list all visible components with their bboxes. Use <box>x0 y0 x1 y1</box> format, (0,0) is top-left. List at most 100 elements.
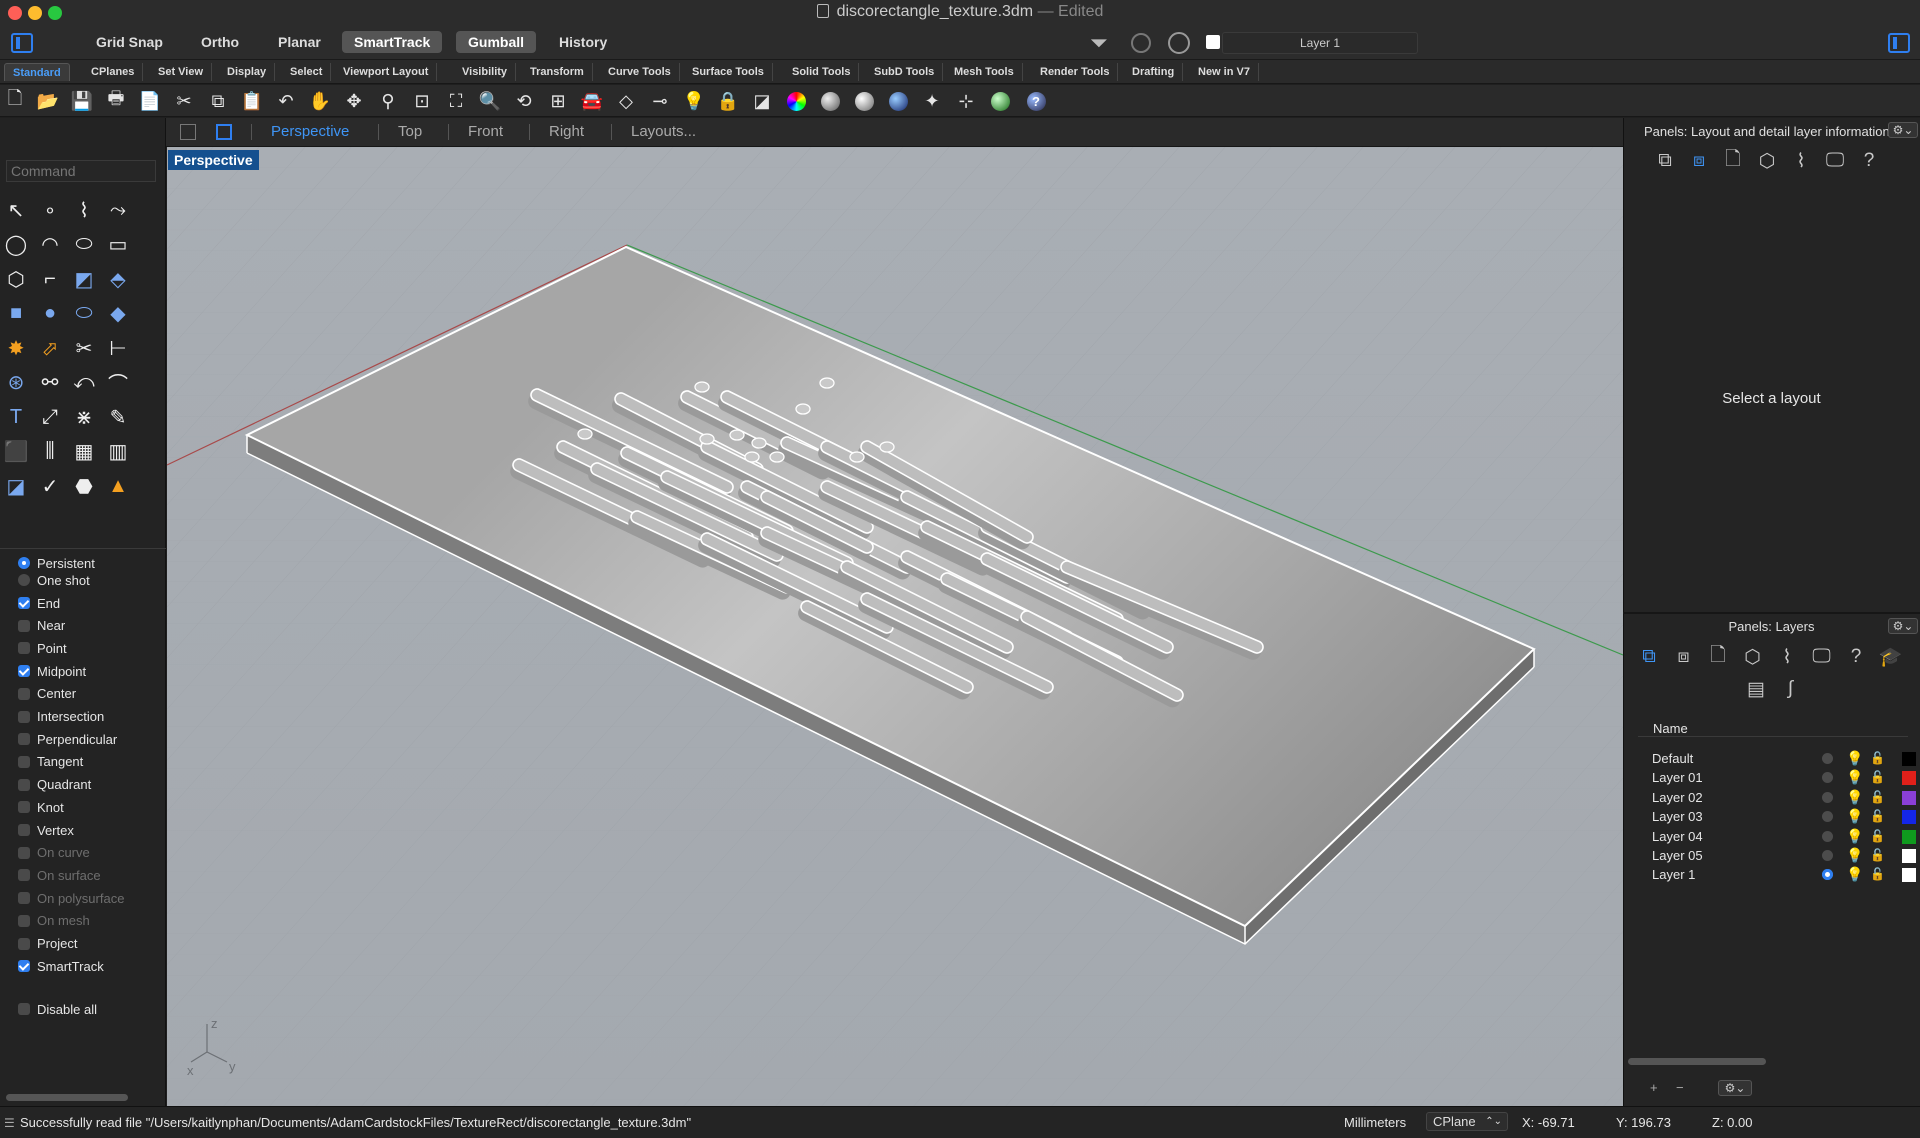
tab-mesh-tools[interactable]: Mesh Tools <box>946 63 1023 81</box>
osnap-tangent[interactable]: Tangent <box>18 753 83 771</box>
tab-curve-tools[interactable]: Curve Tools <box>600 63 680 81</box>
current-layer-color-swatch[interactable] <box>1206 35 1220 49</box>
cplane-dropdown[interactable]: CPlane ⌃⌄ <box>1426 1112 1508 1131</box>
checkbox-icon[interactable] <box>18 733 30 746</box>
record-history-icon[interactable] <box>1131 33 1151 53</box>
grid-snap-toggle[interactable]: Grid Snap <box>84 31 175 53</box>
tab-display[interactable]: Display <box>219 63 276 81</box>
command-history-icon[interactable]: ☰ <box>4 1116 15 1130</box>
planar-toggle[interactable]: Planar <box>266 31 333 53</box>
zoom-extents-icon[interactable]: ⛶ <box>444 89 468 113</box>
object-snap-icon[interactable]: ⊸ <box>648 89 672 113</box>
osnap-perpendicular[interactable]: Perpendicular <box>18 730 117 748</box>
tab-cplanes[interactable]: CPlanes <box>83 63 144 81</box>
visibility-bulb-icon[interactable]: 💡 <box>1846 769 1863 786</box>
surface-from-curves-icon[interactable]: ◩ <box>71 266 97 292</box>
undo-icon[interactable]: ↶ <box>274 89 298 113</box>
layer-row-layer-1[interactable]: Layer 1 <box>1652 865 1695 884</box>
layer-row-default[interactable]: Default <box>1652 749 1693 768</box>
layer-color-swatch[interactable] <box>1902 810 1916 825</box>
tab-drafting[interactable]: Drafting <box>1124 63 1184 81</box>
tab-subd-tools[interactable]: SubD Tools <box>866 63 944 81</box>
add-layer-icon[interactable]: + <box>1650 1080 1658 1096</box>
radio-icon[interactable] <box>18 574 30 586</box>
visibility-bulb-icon[interactable]: 💡 <box>1846 808 1863 825</box>
grid-array-icon[interactable]: ▦ <box>71 439 97 465</box>
lights-icon[interactable]: ✦ <box>920 89 944 113</box>
visibility-bulb-icon[interactable]: 💡 <box>1846 789 1863 806</box>
layer-color-swatch[interactable] <box>1902 790 1916 805</box>
notes-tab-icon[interactable]: ▤ <box>1744 677 1768 701</box>
import-icon[interactable]: 📄 <box>138 89 162 113</box>
osnap-near[interactable]: Near <box>18 617 65 635</box>
fillet-edge-icon[interactable]: ⌒ <box>105 370 131 396</box>
layers-tab-icon[interactable]: ⧉ <box>1637 645 1661 669</box>
circle-icon[interactable]: ◯ <box>3 232 29 258</box>
material-icon[interactable]: ▲ <box>105 473 131 499</box>
array-icon[interactable]: ⋇ <box>71 404 97 430</box>
layer-color-swatch[interactable] <box>1902 829 1916 844</box>
layer-properties-icon[interactable]: ◪ <box>750 89 774 113</box>
help-tab-icon[interactable]: ? <box>1844 645 1868 669</box>
tab-render-tools[interactable]: Render Tools <box>1032 63 1119 81</box>
checkbox-icon[interactable] <box>18 755 30 768</box>
layers-scrollbar[interactable] <box>1628 1058 1766 1065</box>
visibility-bulb-icon[interactable]: 💡 <box>1846 847 1863 864</box>
tab-standard[interactable]: Standard <box>4 63 70 81</box>
left-sidebar-toggle-icon[interactable] <box>11 33 33 53</box>
polygon-icon[interactable]: ⬡ <box>3 266 29 292</box>
checkbox-icon[interactable] <box>18 687 30 700</box>
layer-row-layer-03[interactable]: Layer 03 <box>1652 807 1703 826</box>
help-tab-icon[interactable]: ? <box>1857 149 1881 173</box>
osnap-mode-one-shot[interactable]: One shot <box>18 571 90 589</box>
sphere-solid-icon[interactable]: ● <box>37 301 63 327</box>
render-globe-icon[interactable] <box>988 89 1012 113</box>
tab-viewport-layout[interactable]: Viewport Layout <box>335 63 438 81</box>
osnap-vertex[interactable]: Vertex <box>18 821 74 839</box>
lock-icon[interactable]: 🔓 <box>1870 751 1885 765</box>
osnap-midpoint[interactable]: Midpoint <box>18 662 86 680</box>
lock-icon[interactable]: 🔓 <box>1870 848 1885 862</box>
arc-icon[interactable]: ◠ <box>37 232 63 258</box>
tab-set-view[interactable]: Set View <box>150 63 213 81</box>
viewport-tab-perspective[interactable]: Perspective <box>271 122 349 142</box>
zoom-window-button[interactable] <box>48 6 62 20</box>
analyze-icon[interactable]: ▥ <box>105 439 131 465</box>
checkbox-icon[interactable] <box>18 824 30 836</box>
layer-color-swatch[interactable] <box>1902 868 1916 883</box>
four-viewports-icon[interactable] <box>180 124 196 140</box>
single-viewport-icon[interactable] <box>216 124 232 140</box>
light-bulb-icon[interactable]: 💡 <box>682 89 706 113</box>
point-icon[interactable]: ∘ <box>37 197 63 223</box>
named-view-icon[interactable]: 🚘 <box>580 89 604 113</box>
box-icon[interactable]: ■ <box>3 301 29 327</box>
copy-icon[interactable]: ⧉ <box>206 89 230 113</box>
save-icon[interactable]: 💾 <box>70 89 94 113</box>
checkbox-icon[interactable] <box>18 937 30 950</box>
rendered-sphere-icon[interactable] <box>886 89 910 113</box>
viewport-title-label[interactable]: Perspective <box>168 150 259 170</box>
boolean-icon[interactable]: ⊛ <box>3 370 29 396</box>
zoom-selected-icon[interactable]: 🔍 <box>478 89 502 113</box>
new-file-icon[interactable]: 🗋 <box>3 88 27 113</box>
dimension-tool-icon[interactable]: ⫼ <box>37 439 63 465</box>
lock-icon[interactable]: 🔓 <box>1870 770 1885 784</box>
lock-icon[interactable]: 🔓 <box>1870 867 1885 881</box>
ellipse-icon[interactable]: ⬭ <box>71 232 97 258</box>
checkbox-icon[interactable] <box>18 960 30 973</box>
layer-row-layer-04[interactable]: Layer 04 <box>1652 827 1703 846</box>
shaded-sphere-icon[interactable] <box>852 89 876 113</box>
loft-icon[interactable]: ⬘ <box>105 266 131 292</box>
osnap-knot[interactable]: Knot <box>18 798 64 816</box>
layer-name-column-header[interactable]: Name <box>1653 721 1688 736</box>
layer-options-gear-icon[interactable]: ⚙⌄ <box>1718 1080 1752 1096</box>
viewport-tab-right[interactable]: Right <box>549 122 584 142</box>
split-icon[interactable]: ⊢ <box>105 335 131 361</box>
trim-icon[interactable]: ✂ <box>71 335 97 361</box>
cplane-icon[interactable]: ◇ <box>614 89 638 113</box>
explode-icon[interactable]: ✸ <box>3 335 29 361</box>
layout-layers-tab-icon[interactable]: ⧈ <box>1672 645 1696 669</box>
text-icon[interactable]: T <box>3 404 29 430</box>
checkbox-icon[interactable] <box>18 665 30 678</box>
print-icon[interactable]: 🖶 <box>104 88 128 113</box>
